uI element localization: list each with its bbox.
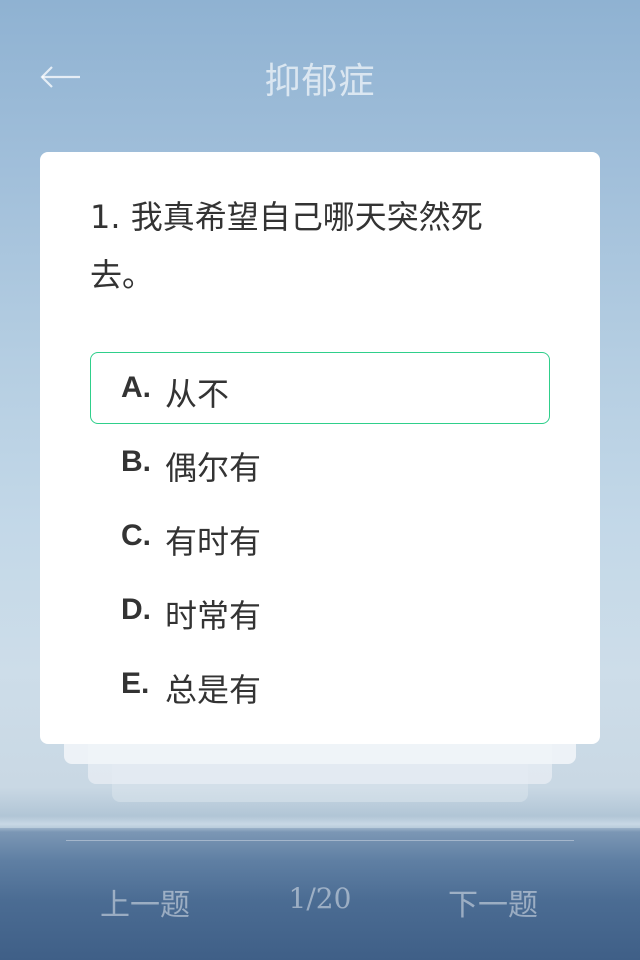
- option-letter: B.: [121, 445, 151, 478]
- option-letter: E.: [121, 667, 150, 700]
- progress-indicator: 1/20: [288, 882, 352, 915]
- option-d[interactable]: D. 时常有: [90, 574, 550, 646]
- option-e[interactable]: E. 总是有: [90, 648, 550, 720]
- option-label: 从不: [165, 375, 230, 413]
- option-c[interactable]: C. 有时有: [90, 500, 550, 572]
- option-a[interactable]: A. 从不: [90, 352, 550, 424]
- footer-divider: [66, 840, 574, 841]
- option-label: 总是有: [165, 671, 262, 709]
- horizon: [0, 816, 640, 832]
- screen: 抑郁症 1. 我真希望自己哪天突然死去。 A. 从不 B. 偶尔有 C. 有时有…: [0, 0, 640, 960]
- question-card: 1. 我真希望自己哪天突然死去。 A. 从不 B. 偶尔有 C. 有时有 D. …: [40, 152, 600, 744]
- option-b[interactable]: B. 偶尔有: [90, 426, 550, 498]
- option-label: 时常有: [165, 597, 262, 635]
- option-label: 有时有: [165, 523, 262, 561]
- option-letter: D.: [121, 593, 151, 626]
- header: 抑郁症: [0, 0, 640, 150]
- option-letter: C.: [121, 519, 151, 552]
- option-letter: A.: [121, 371, 151, 404]
- option-label: 偶尔有: [165, 449, 262, 487]
- question-text: 1. 我真希望自己哪天突然死去。: [90, 198, 483, 294]
- page-title: 抑郁症: [264, 61, 376, 102]
- next-question-button[interactable]: 下一题: [448, 880, 538, 924]
- option-list: A. 从不 B. 偶尔有 C. 有时有 D. 时常有 E. 总是有: [90, 352, 550, 722]
